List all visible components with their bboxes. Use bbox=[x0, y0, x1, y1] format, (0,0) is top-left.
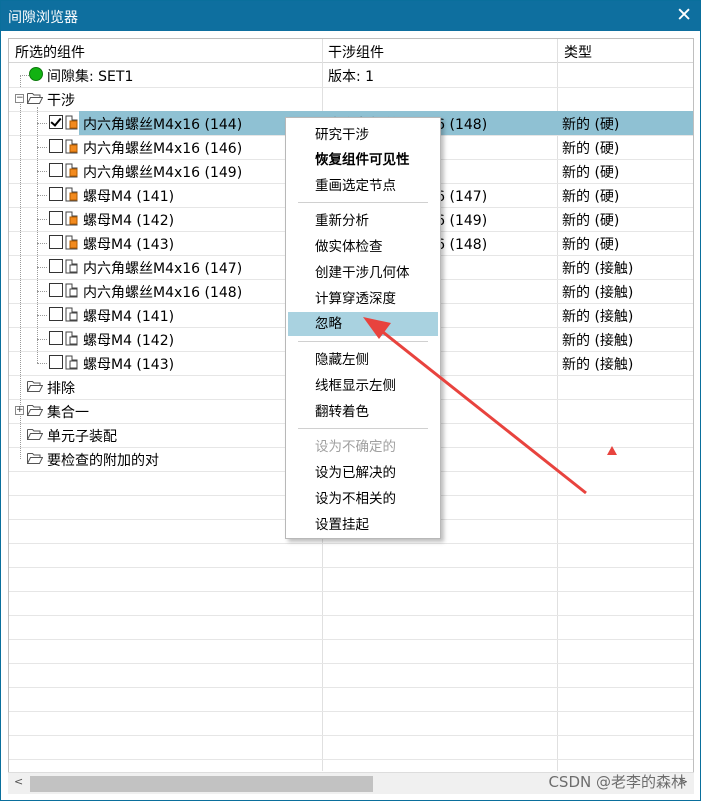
clearance-browser-window: 间隙浏览器 ✕ 所选的组件 干涉组件 类型 间隙集: SET1 版本: 1 − … bbox=[0, 0, 701, 801]
annotation-arrow bbox=[363, 317, 617, 495]
watermark: CSDN @老李的森林 bbox=[548, 773, 686, 791]
red-marker-icon bbox=[607, 446, 617, 455]
